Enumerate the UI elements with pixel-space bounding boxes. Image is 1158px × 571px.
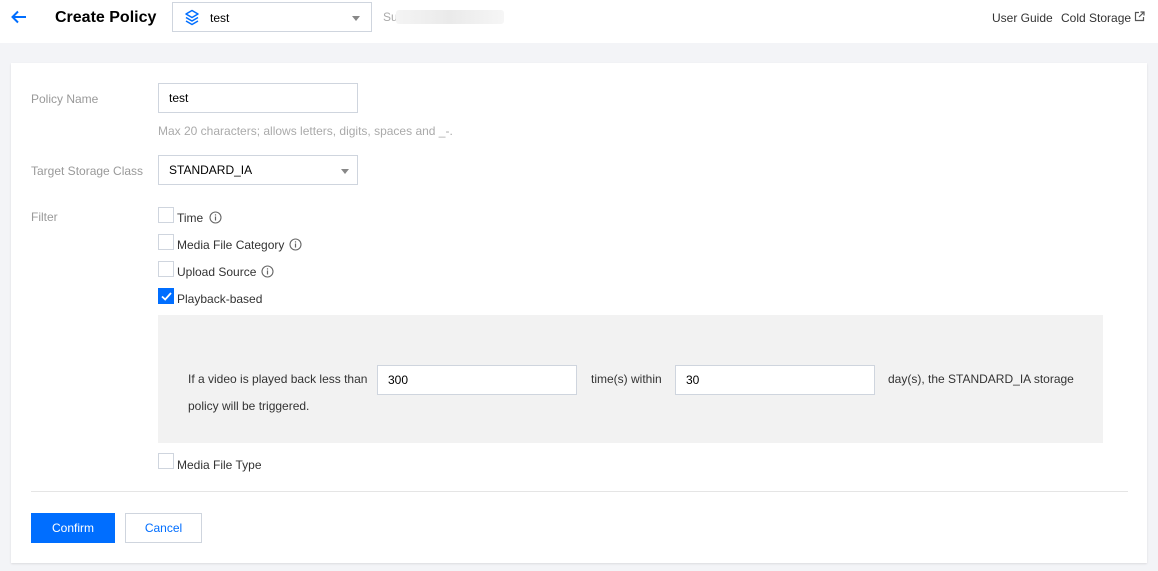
time-checkbox[interactable]: [158, 207, 174, 223]
playback-text-line2: policy will be triggered.: [188, 399, 310, 413]
playback-days-value: 30: [686, 373, 700, 387]
playback-text-middle: time(s) within: [591, 372, 662, 386]
confirm-button[interactable]: Confirm: [31, 513, 115, 543]
user-guide-link[interactable]: User Guide: [992, 11, 1053, 25]
policy-form-card: Policy Name test Max 20 characters; allo…: [11, 63, 1147, 563]
media-file-category-checkbox[interactable]: [158, 234, 174, 250]
playback-condition-panel: If a video is played back less than 300 …: [158, 315, 1103, 443]
external-link-icon[interactable]: [1134, 11, 1145, 22]
policy-name-input[interactable]: test: [158, 83, 358, 113]
playback-text-before: If a video is played back less than: [188, 372, 368, 386]
policy-name-value: test: [169, 91, 189, 105]
cold-storage-link[interactable]: Cold Storage: [1061, 11, 1131, 25]
info-icon[interactable]: [261, 265, 274, 278]
project-select[interactable]: test: [172, 2, 372, 32]
media-file-type-checkbox[interactable]: [158, 453, 174, 469]
redacted-area: [396, 10, 504, 24]
top-bar: Create Policy test Su User Guide Cold St…: [0, 0, 1158, 43]
layers-icon: [185, 9, 199, 26]
divider: [31, 491, 1128, 492]
media-file-category-label: Media File Category: [177, 238, 285, 252]
project-select-value: test: [210, 11, 230, 25]
upload-source-label: Upload Source: [177, 265, 257, 279]
target-storage-class-select[interactable]: STANDARD_IA: [158, 155, 358, 185]
time-label: Time: [177, 211, 204, 225]
back-arrow-icon[interactable]: [10, 8, 28, 26]
info-icon[interactable]: [289, 238, 302, 251]
info-icon[interactable]: [209, 211, 222, 224]
playback-times-input[interactable]: 300: [377, 365, 577, 395]
media-file-type-label: Media File Type: [177, 458, 262, 472]
filter-label: Filter: [31, 210, 58, 224]
target-storage-class-value: STANDARD_IA: [169, 163, 253, 177]
cancel-button[interactable]: Cancel: [125, 513, 202, 543]
playback-based-checkbox[interactable]: [158, 288, 174, 304]
playback-text-after: day(s), the STANDARD_IA storage: [888, 372, 1074, 386]
playback-days-input[interactable]: 30: [675, 365, 875, 395]
target-storage-class-label: Target Storage Class: [31, 164, 144, 178]
policy-name-label: Policy Name: [31, 92, 99, 106]
page-title: Create Policy: [55, 9, 157, 26]
check-icon: [161, 292, 172, 301]
chevron-down-icon: [352, 16, 360, 21]
playback-times-value: 300: [388, 373, 409, 387]
chevron-down-icon: [341, 169, 349, 174]
upload-source-checkbox[interactable]: [158, 261, 174, 277]
playback-based-label: Playback-based: [177, 292, 263, 306]
policy-name-hint: Max 20 characters; allows letters, digit…: [158, 124, 453, 138]
